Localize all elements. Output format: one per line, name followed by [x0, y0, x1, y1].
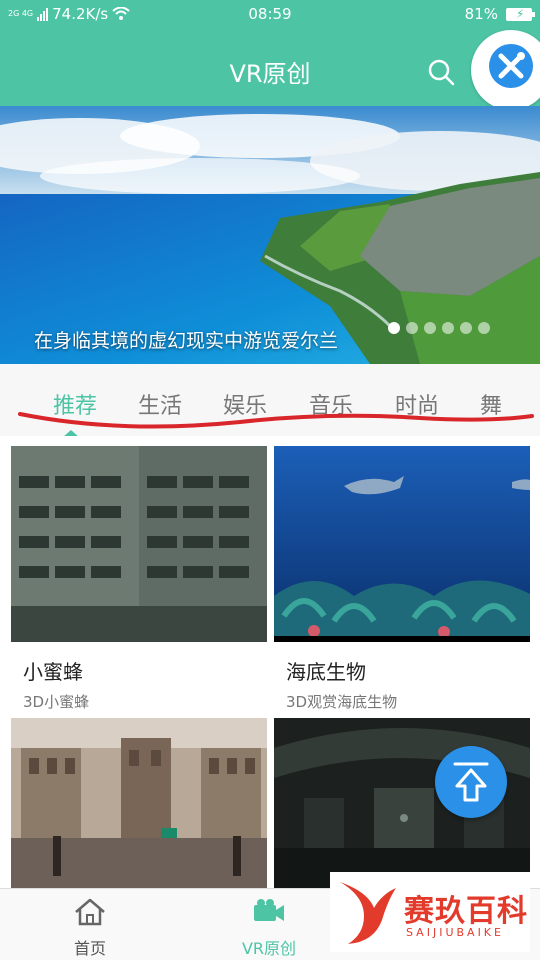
cockpit-image	[11, 446, 267, 642]
home-icon	[75, 898, 105, 926]
battery-percent: 81%	[464, 5, 498, 23]
app-header: VR原创	[0, 30, 540, 106]
carousel-dot[interactable]	[460, 322, 472, 334]
nav-home-label: 首页	[73, 939, 106, 958]
back-to-top-button[interactable]	[435, 746, 507, 818]
tab-life[interactable]: 生活	[138, 388, 182, 420]
banner-caption: 在身临其境的虚幻现实中游览爱尔兰	[34, 330, 339, 352]
video-card[interactable]: 小蜜蜂 3D小蜜蜂	[11, 446, 267, 712]
carousel-dot[interactable]	[442, 322, 454, 334]
carousel-dot[interactable]	[478, 322, 490, 334]
video-subtitle: 3D观赏海底生物	[286, 693, 398, 711]
tab-entertainment[interactable]: 娱乐	[223, 388, 267, 420]
carousel-dot[interactable]	[406, 322, 418, 334]
video-subtitle: 3D小蜜蜂	[23, 693, 90, 711]
page-title: VR原创	[229, 60, 311, 88]
underwater-image	[274, 446, 530, 642]
category-tabs: 推荐 生活 娱乐 音乐 时尚 舞	[0, 364, 540, 437]
nav-vr-label: VR原创	[241, 939, 297, 958]
status-time: 08:59	[248, 5, 292, 23]
vr-camera-icon	[254, 899, 284, 921]
status-bar: 2G 4G 74.2K/s 08:59 81% ⚡	[0, 0, 540, 30]
status-right: 81% ⚡	[464, 5, 535, 23]
tab-recommend[interactable]: 推荐	[53, 388, 97, 420]
watermark-logo: 赛玖百科 SAIJIUBAIKE	[330, 872, 530, 952]
app-screen: 2G 4G 74.2K/s 08:59 81% ⚡ VR原创 在身临其境的虚幻现…	[0, 0, 540, 960]
tab-dance[interactable]: 舞	[480, 388, 510, 420]
search-icon[interactable]	[427, 58, 455, 86]
vr-logo-icon	[489, 44, 533, 88]
carousel-dot[interactable]	[388, 322, 400, 334]
watermark-subtext: SAIJIUBAIKE	[406, 926, 504, 939]
video-card[interactable]: 海底生物 3D观赏海底生物	[274, 446, 530, 712]
video-card[interactable]	[11, 718, 267, 902]
nav-vr-original[interactable]: VR原创	[214, 897, 324, 959]
video-grid: 小蜜蜂 3D小蜜蜂 海底生物 3D观赏海底生物	[0, 436, 540, 888]
carousel-dots	[388, 322, 490, 334]
video-title: 小蜜蜂	[23, 660, 83, 684]
video-title: 海底生物	[286, 660, 366, 684]
watermark-text: 赛玖百科	[404, 894, 528, 929]
nav-home[interactable]: 首页	[35, 897, 145, 959]
street-image	[11, 718, 267, 888]
carousel-dot[interactable]	[424, 322, 436, 334]
tab-fashion[interactable]: 时尚	[395, 388, 439, 420]
arrow-up-icon	[453, 762, 489, 802]
battery-icon: ⚡	[506, 7, 535, 21]
whale-tail-icon	[340, 882, 396, 944]
tab-music[interactable]: 音乐	[309, 388, 353, 420]
